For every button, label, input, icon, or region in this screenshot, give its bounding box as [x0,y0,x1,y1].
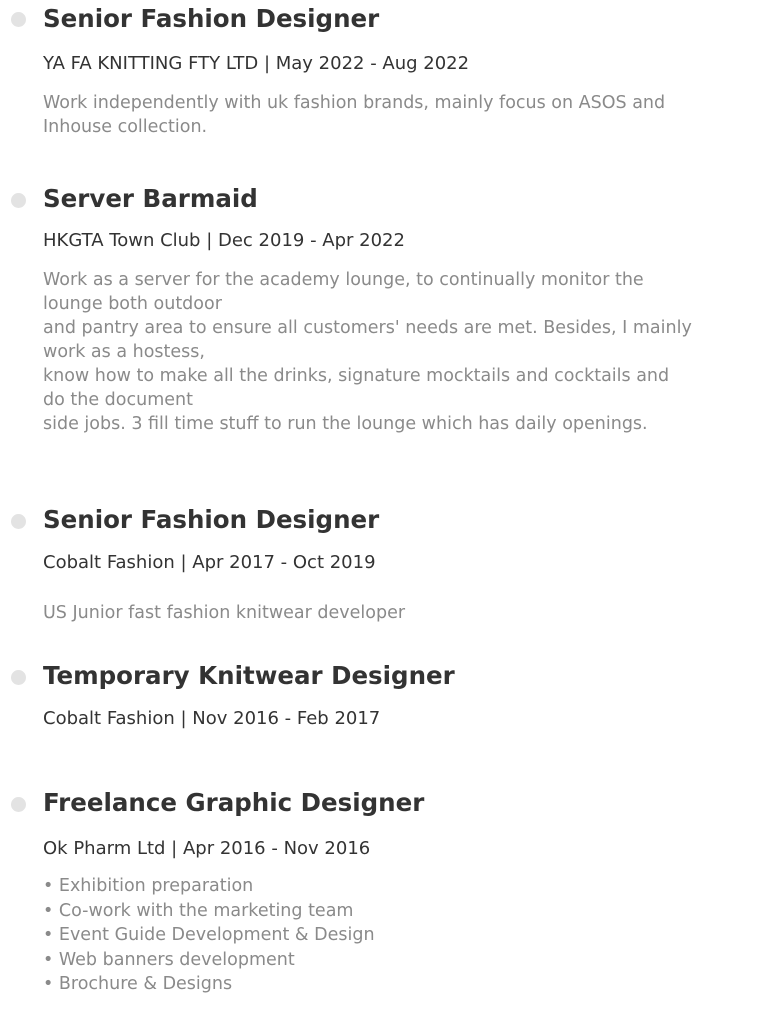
job-description: US Junior fast fashion knitwear develope… [43,601,758,625]
timeline-dot-icon [11,12,26,27]
job-title: Senior Fashion Designer [43,4,380,33]
employer-and-dates: YA FA KNITTING FTY LTD | May 2022 - Aug … [43,53,470,74]
description-line: lounge both outdoor [43,294,222,314]
job-description: Work independently with uk fashion brand… [43,91,758,139]
employer-and-dates: Cobalt Fashion | Nov 2016 - Feb 2017 [43,708,381,729]
timeline-dot-icon [11,514,26,529]
timeline-dot-icon [11,797,26,812]
job-description: Work as a server for the academy lounge,… [43,268,758,436]
list-item: Co-work with the marketing team [43,899,375,924]
job-title: Temporary Knitwear Designer [43,661,455,690]
employer-and-dates: HKGTA Town Club | Dec 2019 - Apr 2022 [43,230,405,251]
list-item: Brochure & Designs [43,972,375,997]
list-item: Web banners development [43,948,375,973]
description-line: work as a hostess, [43,342,205,362]
employer-and-dates: Ok Pharm Ltd | Apr 2016 - Nov 2016 [43,838,371,859]
timeline-dot-icon [11,193,26,208]
job-title: Freelance Graphic Designer [43,788,425,817]
description-line: side jobs. 3 fill time stuff to run the … [43,414,648,434]
list-item: Event Guide Development & Design [43,923,375,948]
description-line: Inhouse collection. [43,117,208,137]
description-line: and pantry area to ensure all customers'… [43,318,692,338]
timeline-dot-icon [11,670,26,685]
responsibility-list: Exhibition preparation Co-work with the … [43,874,375,997]
description-line: Work independently with uk fashion brand… [43,93,666,113]
job-title: Server Barmaid [43,184,258,213]
list-item: Exhibition preparation [43,874,375,899]
job-title: Senior Fashion Designer [43,505,380,534]
description-line: know how to make all the drinks, signatu… [43,366,670,386]
employer-and-dates: Cobalt Fashion | Apr 2017 - Oct 2019 [43,552,376,573]
description-line: do the document [43,390,193,410]
description-line: US Junior fast fashion knitwear develope… [43,603,406,623]
description-line: Work as a server for the academy lounge,… [43,270,644,290]
